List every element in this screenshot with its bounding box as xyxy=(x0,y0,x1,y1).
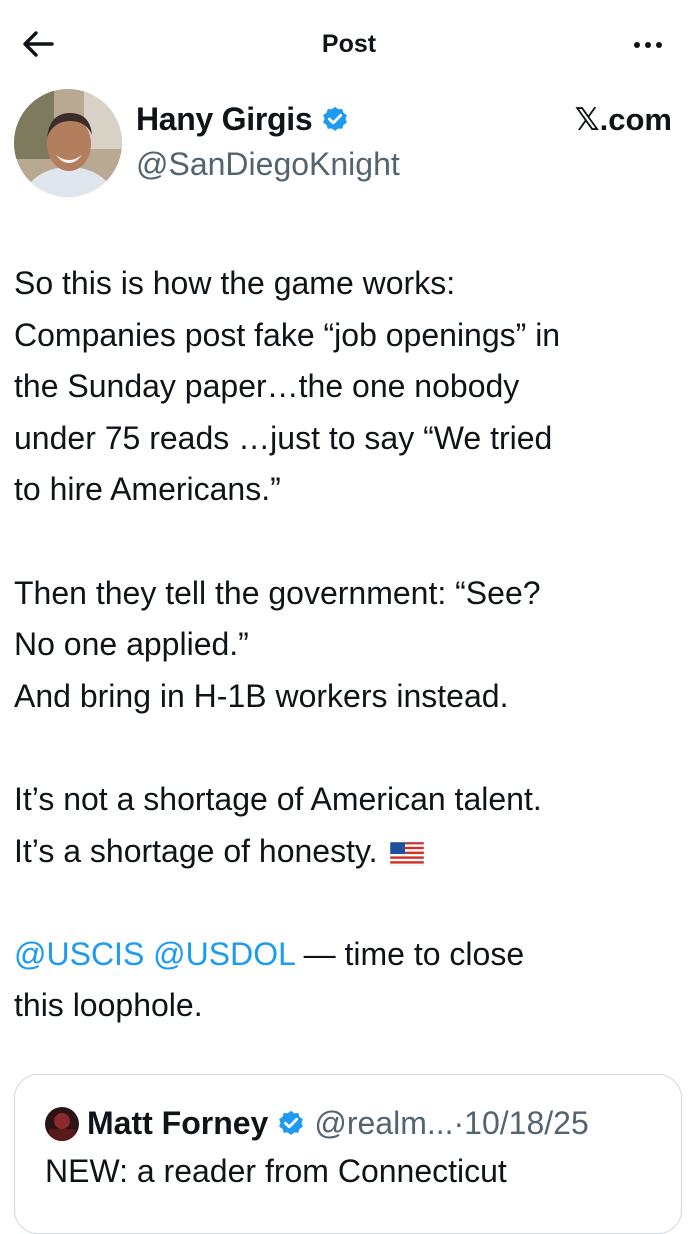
verified-badge-icon xyxy=(279,1110,304,1135)
post-line-mentions: @USCIS @USDOL — time to close xyxy=(14,929,684,981)
more-options-button[interactable] xyxy=(628,34,668,58)
quoted-post-card[interactable]: Matt Forney @realm... · 10/18/25 NEW: a … xyxy=(14,1074,682,1234)
more-horizontal-icon xyxy=(645,42,651,48)
post-line: And bring in H-1B workers instead. xyxy=(14,677,509,714)
page-title: Post xyxy=(321,30,377,58)
post-line-text: It’s a shortage of honesty. xyxy=(14,832,378,869)
post-line: this loophole. xyxy=(14,987,203,1024)
us-flag-icon xyxy=(390,841,425,866)
post-line: No one applied.” xyxy=(14,626,249,663)
post-line: to hire Americans.” xyxy=(14,471,281,508)
post-line: the Sunday paper…the one nobody xyxy=(14,368,520,405)
post-line: Then they tell the government: “See? xyxy=(14,574,541,611)
quoted-avatar xyxy=(45,1106,79,1141)
quoted-handle: @realm... xyxy=(314,1105,454,1141)
quoted-post-header: Matt Forney @realm... · 10/18/25 xyxy=(45,1105,589,1142)
author-name[interactable]: Hany Girgis xyxy=(136,101,313,138)
mention-usdol[interactable]: @USDOL xyxy=(153,936,295,972)
quoted-date: 10/18/25 xyxy=(464,1105,589,1141)
more-horizontal-icon xyxy=(656,42,662,48)
meta-separator: · xyxy=(453,1105,465,1141)
post-line: So this is how the game works: xyxy=(14,265,456,301)
avatar[interactable] xyxy=(14,89,122,197)
top-bar: Post xyxy=(0,0,698,88)
mention-uscis[interactable]: @USCIS xyxy=(14,936,144,972)
verified-badge-icon xyxy=(323,106,348,131)
quoted-author-name: Matt Forney xyxy=(87,1105,269,1141)
avatar-image xyxy=(14,89,122,197)
post-line: Companies post fake “job openings” in xyxy=(14,316,561,353)
post-line: It’s not a shortage of American talent. xyxy=(14,780,542,817)
post-line-text: — time to close xyxy=(294,935,525,972)
post-line: under 75 reads …just to say “We tried xyxy=(14,419,553,456)
source-label: 𝕏.com xyxy=(574,102,672,137)
post-text: So this is how the game works: Companies… xyxy=(14,258,684,1032)
post-line-with-flag: It’s a shortage of honesty. xyxy=(14,826,684,878)
author-name-row: Hany Girgis xyxy=(136,101,350,138)
author-handle[interactable]: @SanDiegoKnight xyxy=(136,146,400,183)
quoted-text: NEW: a reader from Connecticut xyxy=(45,1153,507,1189)
more-horizontal-icon xyxy=(634,42,640,48)
